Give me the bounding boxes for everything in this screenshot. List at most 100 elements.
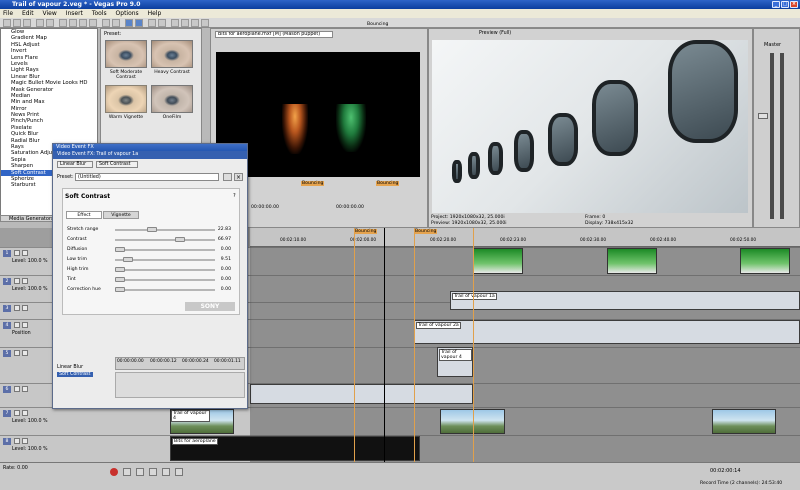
mute-icon[interactable] [14, 350, 20, 356]
preset-thumb-warm-vignette[interactable] [105, 85, 147, 113]
ignore-grouping-icon[interactable] [158, 19, 166, 27]
solo-icon[interactable] [22, 438, 28, 444]
param-slider-thumb[interactable] [123, 257, 134, 262]
param-slider-thumb[interactable] [115, 277, 125, 282]
preset-thumb-heavy-contrast[interactable] [151, 40, 193, 68]
mute-icon[interactable] [14, 386, 20, 392]
preset-thumb-soft-moderate[interactable] [105, 40, 147, 68]
delete-icon[interactable] [89, 19, 97, 27]
video-event[interactable] [712, 409, 776, 434]
param-slider-track[interactable] [115, 229, 215, 231]
preview-quality[interactable]: Preview (Full) [479, 31, 511, 36]
solo-icon[interactable] [22, 410, 28, 416]
trimmer-file-select[interactable]: Bits for aeroplane.mxf [M] (Mason puppet… [215, 31, 333, 38]
lock-envelopes-icon[interactable] [148, 19, 156, 27]
fx-list-item[interactable]: Magic Bullet Movie Looks HD [1, 80, 97, 86]
video-event[interactable] [607, 248, 657, 274]
paste-icon[interactable] [79, 19, 87, 27]
save-preset-icon[interactable] [223, 173, 232, 181]
param-slider-thumb[interactable] [115, 287, 125, 292]
save-icon[interactable] [23, 19, 31, 27]
menu-view[interactable]: View [43, 10, 57, 17]
redo-icon[interactable] [112, 19, 120, 27]
param-slider-thumb[interactable] [115, 247, 125, 252]
event-label-box[interactable]: Trail of vapour 4 [170, 409, 210, 422]
video-event[interactable]: Trail of vapour 2a [414, 320, 800, 344]
mute-icon[interactable] [14, 438, 20, 444]
maximize-button[interactable]: □ [781, 1, 789, 8]
param-slider-track[interactable] [115, 239, 215, 241]
fx-chain-linear-blur[interactable]: Linear Blur [57, 161, 93, 168]
param-slider-thumb[interactable] [175, 237, 186, 242]
fx-chain-soft-contrast[interactable]: Soft Contrast [96, 161, 138, 168]
param-slider-track[interactable] [115, 269, 215, 271]
new-icon[interactable] [3, 19, 11, 27]
envelope-tool-icon[interactable] [181, 19, 189, 27]
trimmer-marker[interactable]: Bouncing [301, 181, 325, 186]
menu-help[interactable]: Help [148, 10, 162, 17]
mute-icon[interactable] [14, 278, 20, 284]
kf-track-soft-contrast[interactable]: Soft Contrast [57, 372, 93, 377]
time-ruler[interactable]: Bouncing Bouncing 00:02:00.00 00:02:10.00… [250, 228, 800, 247]
zoom-tool-icon[interactable] [201, 19, 209, 27]
record-button[interactable] [110, 468, 118, 476]
param-slider-thumb[interactable] [115, 267, 125, 272]
timeline-marker[interactable]: Bouncing [414, 229, 438, 234]
minimize-button[interactable]: _ [772, 1, 780, 8]
param-slider-thumb[interactable] [146, 227, 157, 232]
solo-icon[interactable] [22, 278, 28, 284]
solo-icon[interactable] [22, 250, 28, 256]
timeline-marker[interactable]: Bouncing [354, 229, 378, 234]
cut-icon[interactable] [59, 19, 67, 27]
video-event[interactable] [250, 384, 473, 404]
video-event[interactable]: Trail of vapour 1a [450, 291, 800, 310]
solo-icon[interactable] [22, 305, 28, 311]
plugin-help-button[interactable]: ? [233, 193, 236, 199]
param-slider-track[interactable] [115, 289, 215, 291]
auto-ripple-icon[interactable] [135, 19, 143, 27]
video-event[interactable]: Trail of vapour 4 [437, 347, 473, 377]
loop-button[interactable] [123, 468, 131, 476]
dialog-preset-select[interactable]: (Untitled) [75, 173, 219, 181]
solo-icon[interactable] [22, 386, 28, 392]
track-lane[interactable] [250, 247, 800, 275]
menu-insert[interactable]: Insert [66, 10, 83, 17]
pause-button[interactable] [162, 468, 170, 476]
properties-icon[interactable] [46, 19, 54, 27]
play-from-start-button[interactable] [136, 468, 144, 476]
keyframe-ruler[interactable]: 00:00:00.00 00:00:00.12 00:00:00.24 00:0… [115, 357, 245, 370]
play-button[interactable] [149, 468, 157, 476]
undo-icon[interactable] [102, 19, 110, 27]
tab-effect[interactable]: Effect [66, 211, 102, 219]
preset-thumb-onefilm[interactable] [151, 85, 193, 113]
keyframe-lane[interactable] [115, 372, 245, 398]
selection-tool-icon[interactable] [191, 19, 199, 27]
open-icon[interactable] [13, 19, 21, 27]
param-slider-track[interactable] [115, 249, 215, 251]
delete-preset-icon[interactable]: × [234, 173, 243, 181]
close-button[interactable]: × [790, 1, 798, 8]
master-fader[interactable] [758, 113, 768, 119]
normal-edit-tool-icon[interactable] [171, 19, 179, 27]
stop-button[interactable] [175, 468, 183, 476]
menu-options[interactable]: Options [116, 10, 139, 17]
video-event[interactable] [740, 248, 790, 274]
mute-icon[interactable] [14, 410, 20, 416]
playhead[interactable] [384, 228, 385, 462]
mute-icon[interactable] [14, 250, 20, 256]
menu-tools[interactable]: Tools [92, 10, 107, 17]
kf-track-linear-blur[interactable]: Linear Blur [57, 365, 83, 370]
track-lane[interactable] [250, 347, 800, 383]
video-event[interactable] [473, 248, 523, 274]
mute-icon[interactable] [14, 305, 20, 311]
solo-icon[interactable] [22, 322, 28, 328]
snapping-icon[interactable] [125, 19, 133, 27]
menu-edit[interactable]: Edit [22, 10, 34, 17]
render-icon[interactable] [36, 19, 44, 27]
param-slider-track[interactable] [115, 279, 215, 281]
tab-vignette[interactable]: Vignette [103, 211, 139, 219]
menu-file[interactable]: File [3, 10, 13, 17]
trimmer-marker[interactable]: Bouncing [376, 181, 400, 186]
mute-icon[interactable] [14, 322, 20, 328]
solo-icon[interactable] [22, 350, 28, 356]
